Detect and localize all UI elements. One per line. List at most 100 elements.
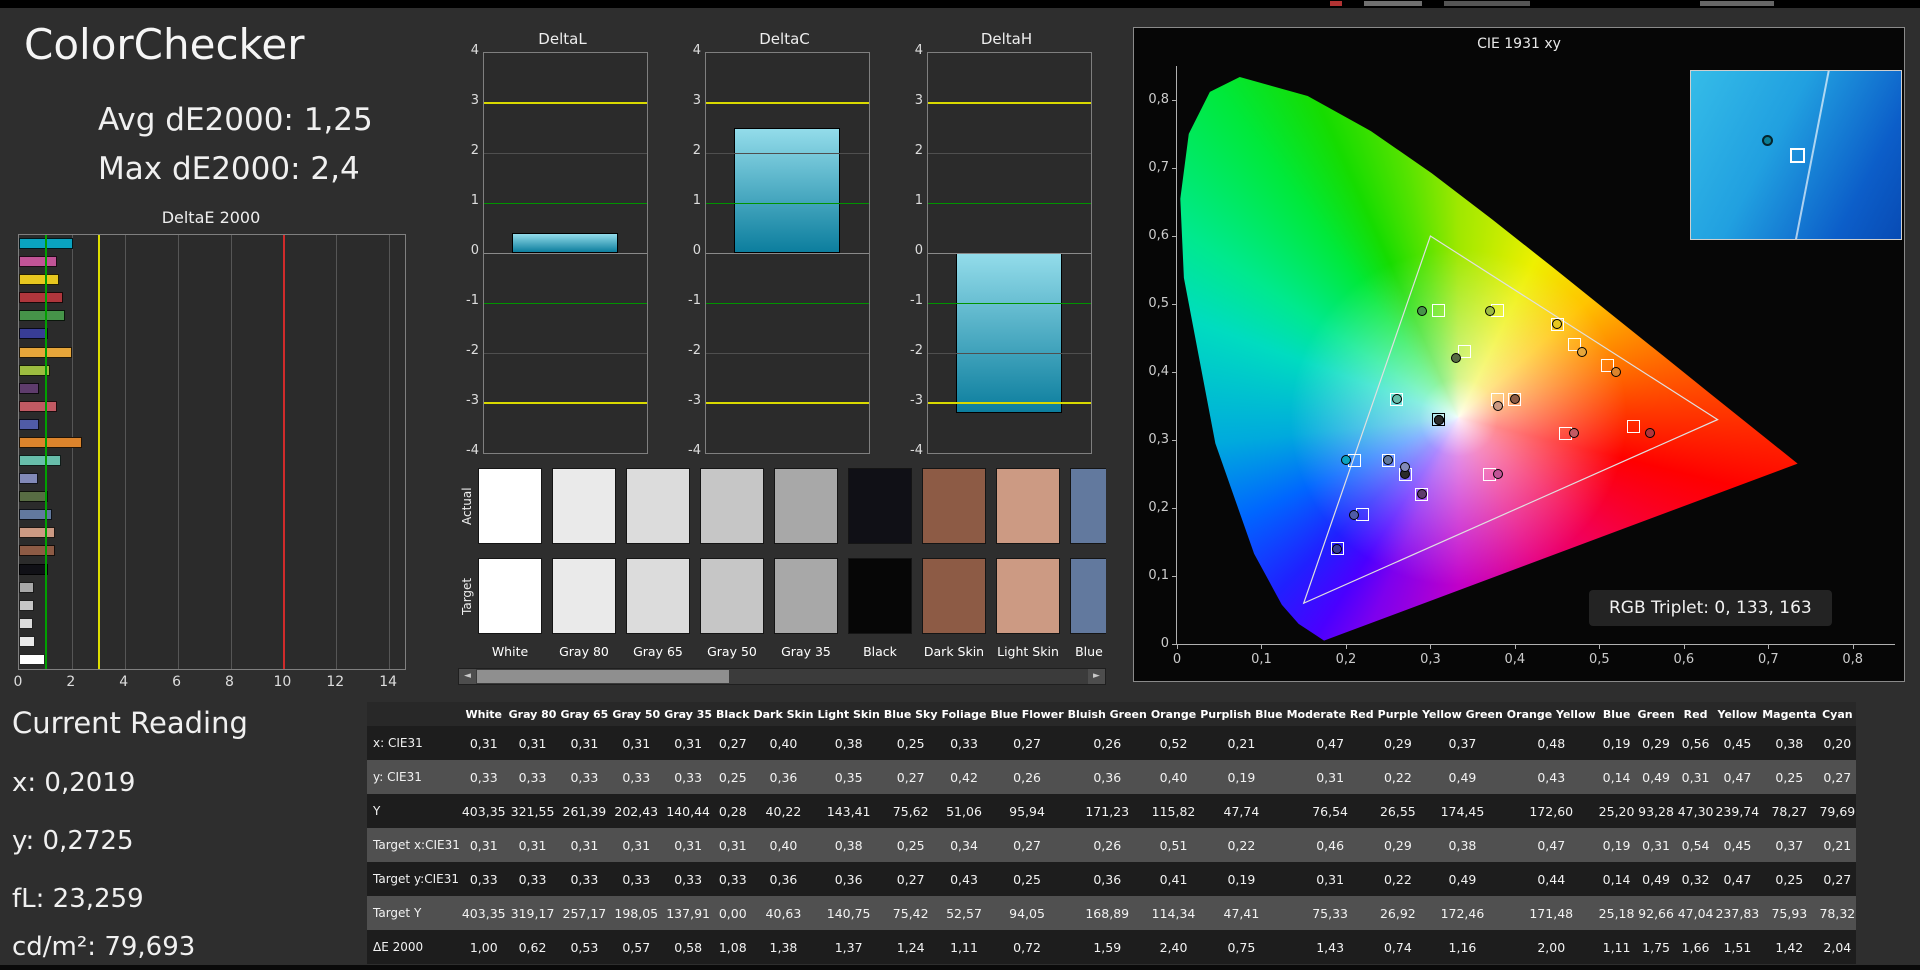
cie-measured-point bbox=[1509, 394, 1520, 405]
swatch-actual[interactable] bbox=[848, 468, 912, 544]
deltal-chart: DeltaL 4 3 2 1 0 -1 -2 -3 -4 bbox=[455, 26, 655, 466]
delta-y-tick-label: 4 bbox=[692, 43, 701, 58]
cie-y-tick-label: 0 bbox=[1160, 636, 1169, 651]
swatch-actual[interactable] bbox=[1070, 468, 1106, 544]
swatch-actual[interactable] bbox=[922, 468, 986, 544]
swatch-label: Gray 50 bbox=[707, 644, 757, 659]
table-cell: 0,47 bbox=[1723, 769, 1752, 785]
table-cell: 93,28 bbox=[1638, 803, 1674, 819]
table-cell: 143,41 bbox=[826, 803, 871, 819]
delta-gridline bbox=[928, 252, 1091, 254]
table-cell: 321,55 bbox=[510, 803, 555, 819]
swatch-scrollbar[interactable]: ◄ ► bbox=[458, 668, 1106, 685]
scroll-right-button[interactable]: ► bbox=[1088, 669, 1105, 684]
table-cell: 0,35 bbox=[834, 769, 863, 785]
column-header: Gray 65 bbox=[558, 702, 611, 726]
delta-y-tick-label: -3 bbox=[910, 393, 923, 408]
table-header: White Gray 80 Gray 65 Gray 50 Gray 35 Black Da… bbox=[367, 702, 1857, 726]
delta-y-tick-label: 0 bbox=[470, 243, 479, 258]
rgb-triplet-label: RGB Triplet: 0, 133, 163 bbox=[1589, 590, 1832, 626]
table-cell: 0,22 bbox=[1383, 769, 1412, 785]
table-cell: 1,24 bbox=[896, 939, 925, 955]
cie-x-tick-label: 0,7 bbox=[1757, 652, 1779, 667]
table-cell: 26,55 bbox=[1379, 803, 1416, 819]
swatch-target[interactable] bbox=[478, 558, 542, 634]
top-chrome-fragment bbox=[1364, 1, 1422, 6]
swatch-target[interactable] bbox=[700, 558, 764, 634]
swatch-actual[interactable] bbox=[700, 468, 764, 544]
table-cell: 1,37 bbox=[834, 939, 863, 955]
table-cell: 76,54 bbox=[1312, 803, 1349, 819]
deltae-2000-chart: DeltaE 2000 0 2 4 6 8 10 12 14 bbox=[12, 208, 410, 700]
column-header: Blue bbox=[1597, 702, 1636, 726]
swatch-target[interactable] bbox=[1070, 558, 1106, 634]
table-cell: 0,40 bbox=[1159, 769, 1188, 785]
measurement-table: White Gray 80 Gray 65 Gray 50 Gray 35 Black Da… bbox=[367, 702, 1857, 964]
table-cell: 52,57 bbox=[946, 905, 982, 921]
table-cell: 0,26 bbox=[1093, 837, 1122, 853]
table-cell: 0,33 bbox=[718, 871, 747, 887]
delta-bar bbox=[734, 128, 840, 253]
table-row: ΔE 2000 1,00 0,62 0,53 0,57 0,58 1,08 1,38 1,37 1… bbox=[367, 930, 1857, 964]
deltae-bar bbox=[19, 455, 62, 466]
swatch-actual[interactable] bbox=[996, 468, 1060, 544]
table-cell: 0,36 bbox=[1093, 871, 1122, 887]
scroll-left-button[interactable]: ◄ bbox=[459, 669, 476, 684]
swatch-target[interactable] bbox=[922, 558, 986, 634]
reading-y: y: 0,2725 bbox=[12, 826, 134, 856]
table-cell: 0,27 bbox=[1823, 769, 1852, 785]
swatch-actual[interactable] bbox=[774, 468, 838, 544]
table-cell: 2,04 bbox=[1823, 939, 1852, 955]
table-cell: 403,35 bbox=[461, 803, 506, 819]
table-cell: 0,33 bbox=[518, 871, 547, 887]
cie-y-tick-label: 0,6 bbox=[1148, 228, 1169, 243]
table-cell: 1,00 bbox=[469, 939, 498, 955]
swatch-target[interactable] bbox=[626, 558, 690, 634]
deltah-plot bbox=[927, 52, 1092, 454]
table-cell: 0,33 bbox=[570, 871, 599, 887]
table-cell: 137,91 bbox=[666, 905, 710, 921]
table-cell: 0,47 bbox=[1316, 735, 1345, 751]
deltae-x-tick-label: 6 bbox=[172, 674, 182, 690]
table-cell: 0,45 bbox=[1723, 735, 1752, 751]
table-cell: 0,31 bbox=[518, 837, 547, 853]
deltae-gridline bbox=[336, 235, 338, 669]
cie-x-tick bbox=[1768, 644, 1770, 649]
cie-x-tick-label: 0,8 bbox=[1842, 652, 1864, 667]
table-cell: 115,82 bbox=[1151, 803, 1196, 819]
cie-1931-panel: CIE 1931 xy 0 0 0,1 0,1 0,2 0,2 0,3 0,3 0,4 0,4 0,… bbox=[1133, 27, 1905, 682]
table-cell: 0,25 bbox=[718, 769, 747, 785]
table-cell: 95,94 bbox=[1009, 803, 1045, 819]
deltae-gridline bbox=[71, 235, 73, 669]
table-row: Y 403,35 321,55 261,39 202,43 140,44 0,28 40,22… bbox=[367, 794, 1857, 828]
delta-y-tick-label: -3 bbox=[688, 393, 701, 408]
delta-y-tick-label: -1 bbox=[910, 293, 923, 308]
deltal-chart-title: DeltaL bbox=[538, 30, 587, 48]
current-reading-title: Current Reading bbox=[12, 706, 248, 740]
delta-y-tick-label: -1 bbox=[466, 293, 479, 308]
swatch-target[interactable] bbox=[774, 558, 838, 634]
table-cell: 0,36 bbox=[1093, 769, 1122, 785]
swatch-target[interactable] bbox=[552, 558, 616, 634]
delta-gridline bbox=[484, 402, 647, 404]
row-label: Y bbox=[373, 804, 381, 818]
deltae-bar bbox=[19, 274, 59, 286]
table-cell: 0,33 bbox=[570, 769, 599, 785]
table-cell: 0,32 bbox=[1681, 871, 1710, 887]
deltae-bar bbox=[19, 473, 39, 485]
swatch-actual[interactable] bbox=[552, 468, 616, 544]
column-header: Black bbox=[714, 702, 752, 726]
delta-gridline bbox=[706, 202, 869, 204]
table-cell: 257,17 bbox=[562, 905, 607, 921]
table-cell: 0,22 bbox=[1227, 837, 1256, 853]
swatch-actual[interactable] bbox=[478, 468, 542, 544]
swatch-actual[interactable] bbox=[626, 468, 690, 544]
scrollbar-thumb[interactable] bbox=[477, 670, 729, 683]
table-cell: 198,05 bbox=[614, 905, 659, 921]
colorchecker-app: ColorChecker Avg dE2000: 1,25 Max dE2000… bbox=[0, 0, 1920, 970]
table-cell: 0,19 bbox=[1602, 735, 1631, 751]
swatch-target[interactable] bbox=[996, 558, 1060, 634]
table-cell: 2,00 bbox=[1537, 939, 1566, 955]
swatch-target[interactable] bbox=[848, 558, 912, 634]
table-cell: 1,42 bbox=[1775, 939, 1804, 955]
